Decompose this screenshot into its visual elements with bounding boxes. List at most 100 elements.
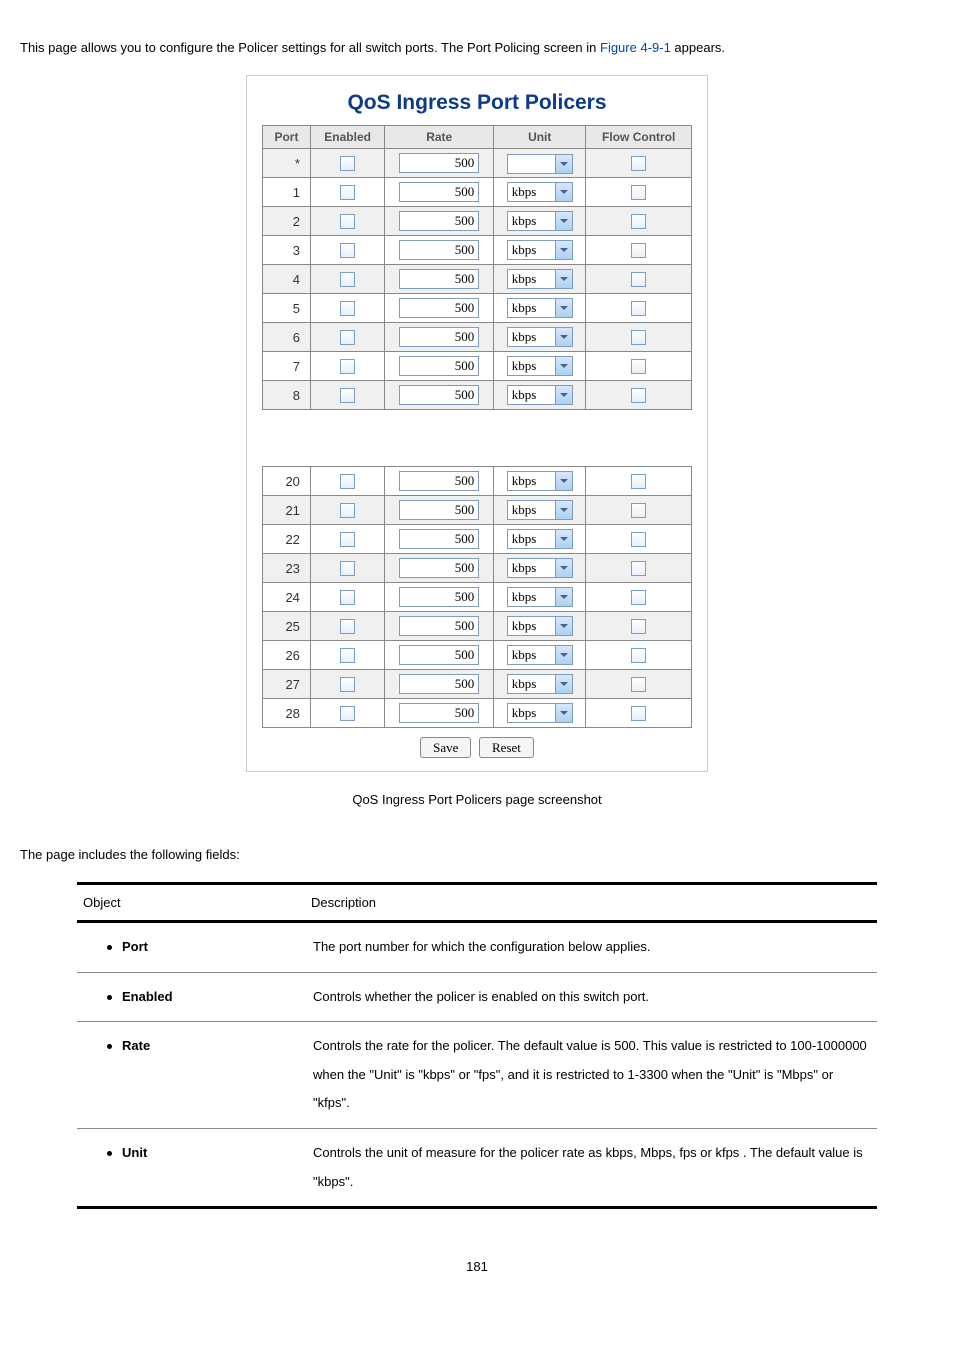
rate-input[interactable]: 500 xyxy=(399,558,479,578)
unit-select[interactable]: kbps xyxy=(507,529,573,549)
unit-select[interactable]: kbps xyxy=(507,356,573,376)
flow-cell xyxy=(586,554,692,583)
unit-select[interactable]: kbps xyxy=(507,674,573,694)
flow-cell xyxy=(586,641,692,670)
flow-checkbox[interactable] xyxy=(631,677,646,692)
flow-checkbox[interactable] xyxy=(631,185,646,200)
enabled-checkbox[interactable] xyxy=(340,677,355,692)
enabled-cell xyxy=(310,323,384,352)
rate-input[interactable]: 500 xyxy=(399,298,479,318)
chevron-down-icon xyxy=(555,675,572,693)
flow-checkbox[interactable] xyxy=(631,272,646,287)
enabled-cell xyxy=(310,149,384,178)
rate-input[interactable]: 500 xyxy=(399,385,479,405)
flow-checkbox[interactable] xyxy=(631,532,646,547)
rate-input[interactable]: 500 xyxy=(399,500,479,520)
flow-cell xyxy=(586,323,692,352)
flow-checkbox[interactable] xyxy=(631,330,646,345)
rate-input[interactable]: 500 xyxy=(399,211,479,231)
enabled-checkbox[interactable] xyxy=(340,272,355,287)
flow-checkbox[interactable] xyxy=(631,561,646,576)
reset-button[interactable]: Reset xyxy=(479,737,534,758)
table-row: 26500kbps xyxy=(263,641,692,670)
flow-checkbox[interactable] xyxy=(631,359,646,374)
rate-input[interactable]: 500 xyxy=(399,471,479,491)
rate-input[interactable]: 500 xyxy=(399,703,479,723)
unit-select[interactable]: kbps xyxy=(507,298,573,318)
flow-checkbox[interactable] xyxy=(631,474,646,489)
flow-checkbox[interactable] xyxy=(631,388,646,403)
table-row: 7500kbps xyxy=(263,352,692,381)
table-row: 23500kbps xyxy=(263,554,692,583)
enabled-checkbox[interactable] xyxy=(340,590,355,605)
unit-select[interactable]: kbps xyxy=(507,182,573,202)
unit-cell: kbps xyxy=(494,525,586,554)
unit-select[interactable]: kbps xyxy=(507,558,573,578)
flow-checkbox[interactable] xyxy=(631,648,646,663)
enabled-checkbox[interactable] xyxy=(340,330,355,345)
rate-input[interactable]: 500 xyxy=(399,182,479,202)
enabled-checkbox[interactable] xyxy=(340,619,355,634)
rate-input[interactable]: 500 xyxy=(399,356,479,376)
port-cell: 2 xyxy=(263,207,311,236)
flow-checkbox[interactable] xyxy=(631,243,646,258)
flow-checkbox[interactable] xyxy=(631,301,646,316)
figure-link[interactable]: Figure 4-9-1 xyxy=(600,40,671,55)
unit-select[interactable]: kbps xyxy=(507,500,573,520)
rate-input[interactable]: 500 xyxy=(399,616,479,636)
enabled-checkbox[interactable] xyxy=(340,561,355,576)
table-row: 6 500 kbps xyxy=(263,323,692,352)
unit-select[interactable]: kbps xyxy=(507,587,573,607)
flow-checkbox[interactable] xyxy=(631,214,646,229)
enabled-checkbox[interactable] xyxy=(340,301,355,316)
rate-input[interactable]: 500 xyxy=(399,269,479,289)
chevron-down-icon xyxy=(555,646,572,664)
enabled-checkbox[interactable] xyxy=(340,243,355,258)
enabled-checkbox[interactable] xyxy=(340,214,355,229)
rate-input[interactable]: 500 xyxy=(399,674,479,694)
enabled-checkbox[interactable] xyxy=(340,474,355,489)
unit-select[interactable]: kbps xyxy=(507,211,573,231)
unit-cell: kbps xyxy=(494,467,586,496)
unit-select[interactable]: kbps xyxy=(507,645,573,665)
rate-input[interactable]: 500 xyxy=(399,587,479,607)
rate-input[interactable]: 500 xyxy=(399,327,479,347)
unit-select[interactable]: kbps xyxy=(507,703,573,723)
port-cell: 22 xyxy=(263,525,311,554)
rate-input[interactable]: 500 xyxy=(399,529,479,549)
port-cell: 6 xyxy=(263,323,311,352)
enabled-checkbox[interactable] xyxy=(340,648,355,663)
enabled-checkbox[interactable] xyxy=(340,532,355,547)
flow-checkbox[interactable] xyxy=(631,156,646,171)
unit-select[interactable]: kbps xyxy=(507,269,573,289)
enabled-checkbox[interactable] xyxy=(340,156,355,171)
enabled-checkbox[interactable] xyxy=(340,706,355,721)
unit-select[interactable] xyxy=(507,154,573,174)
unit-select[interactable]: kbps xyxy=(507,240,573,260)
enabled-checkbox[interactable] xyxy=(340,359,355,374)
flow-checkbox[interactable] xyxy=(631,619,646,634)
rate-cell: 500 xyxy=(385,323,494,352)
enabled-checkbox[interactable] xyxy=(340,503,355,518)
port-cell: * xyxy=(263,149,311,178)
flow-cell xyxy=(586,207,692,236)
enabled-checkbox[interactable] xyxy=(340,185,355,200)
rate-input[interactable]: 500 xyxy=(399,645,479,665)
flow-checkbox[interactable] xyxy=(631,590,646,605)
rate-input[interactable]: 500 xyxy=(399,240,479,260)
enabled-checkbox[interactable] xyxy=(340,388,355,403)
unit-select[interactable]: kbps xyxy=(507,616,573,636)
port-cell: 27 xyxy=(263,670,311,699)
unit-select[interactable]: kbps xyxy=(507,471,573,491)
save-button[interactable]: Save xyxy=(420,737,471,758)
unit-select[interactable]: kbps xyxy=(507,385,573,405)
flow-checkbox[interactable] xyxy=(631,503,646,518)
flow-checkbox[interactable] xyxy=(631,706,646,721)
fields-header-description: Description xyxy=(305,884,877,922)
bullet-icon xyxy=(107,1151,112,1156)
flow-cell xyxy=(586,583,692,612)
rate-input[interactable]: 500 xyxy=(399,153,479,173)
unit-select[interactable]: kbps xyxy=(507,327,573,347)
chevron-down-icon xyxy=(555,472,572,490)
flow-cell xyxy=(586,525,692,554)
